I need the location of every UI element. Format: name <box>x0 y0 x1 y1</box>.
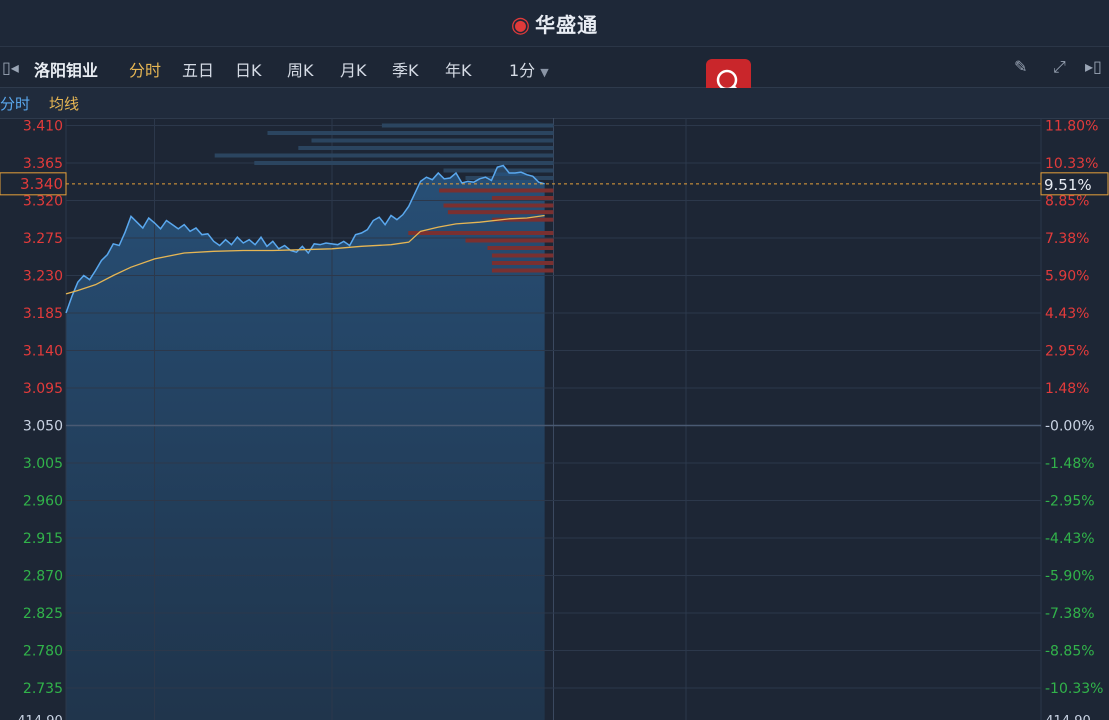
order-book-ask-bar <box>439 188 554 193</box>
collapse-left-icon[interactable]: ▯◂ <box>2 58 19 77</box>
tab-five-day[interactable]: 五日 <box>182 57 214 81</box>
brand: ◉ 华盛通 <box>0 9 1109 38</box>
order-book-ask-bar <box>465 238 554 243</box>
order-book-ask-bar <box>491 268 554 273</box>
y-tick-right: -0.00% <box>1045 419 1095 435</box>
y-tick-right: 4.43% <box>1045 306 1089 322</box>
y-tick-right: 5.90% <box>1045 269 1089 285</box>
y-tick-left: 3.320 <box>23 194 63 210</box>
order-book-ask-bar <box>491 253 554 258</box>
order-book-ask-bar <box>443 203 554 208</box>
y-tick-left: 3.140 <box>23 344 63 360</box>
y-tick-right: -8.85% <box>1045 644 1095 660</box>
y-tick-left: 3.185 <box>23 306 63 322</box>
series-legend: 分时 均线 <box>0 88 1109 119</box>
app-title: 华盛通 <box>535 13 599 37</box>
y-tick-left: 2.915 <box>23 531 63 547</box>
interval-select[interactable]: 1分 ▼ <box>509 57 549 81</box>
y-tick-right: -5.90% <box>1045 569 1095 585</box>
interval-label: 1分 <box>509 61 536 80</box>
tab-weekly-k[interactable]: 周K <box>287 57 314 81</box>
order-book-ask-bar <box>447 210 554 215</box>
tab-quarterly-k[interactable]: 季K <box>392 57 419 81</box>
y-tick-left: 2.735 <box>23 681 63 697</box>
order-book-bid-bar <box>311 138 554 143</box>
legend-price: 分时 <box>0 95 31 113</box>
order-book-bid-bar <box>381 123 554 128</box>
y-tick-left: 3.050 <box>23 419 63 435</box>
order-book-bid-bar <box>214 153 554 158</box>
legend-average: 均线 <box>49 95 80 113</box>
y-tick-right: 10.33% <box>1045 156 1098 172</box>
order-book-bid-bar <box>443 168 554 173</box>
stock-name[interactable]: 洛阳钼业 <box>34 57 98 81</box>
y-tick-right: 8.85% <box>1045 194 1089 210</box>
tab-monthly-k[interactable]: 月K <box>340 57 367 81</box>
current-price-label: 3.340 <box>20 175 63 193</box>
order-book-ask-bar <box>408 231 554 235</box>
y-tick-left: 3.275 <box>23 231 63 247</box>
y-tick-left: 3.230 <box>23 269 63 285</box>
y-tick-left: 3.095 <box>23 381 63 397</box>
chevron-down-icon: ▼ <box>540 66 549 79</box>
app-header: ◉ 华盛通 <box>0 0 1109 47</box>
tab-intraday[interactable]: 分时 <box>129 57 161 81</box>
y-tick-right: -7.38% <box>1045 606 1095 622</box>
collapse-right-icon[interactable]: ▸▯ <box>1085 57 1102 76</box>
order-book-ask-bar <box>487 246 554 250</box>
y-tick-right: -10.33% <box>1045 681 1103 697</box>
tab-yearly-k[interactable]: 年K <box>445 57 472 81</box>
y-tick-right: -4.43% <box>1045 531 1095 547</box>
volume-scale-right: 414.90 <box>1045 714 1091 720</box>
y-tick-right: -2.95% <box>1045 494 1095 510</box>
y-tick-left: 3.410 <box>23 119 63 135</box>
pencil-icon[interactable]: ✎ <box>1014 57 1027 76</box>
y-tick-left: 2.960 <box>23 494 63 510</box>
tab-daily-k[interactable]: 日K <box>235 57 262 81</box>
order-book-bid-bar <box>254 161 554 165</box>
fullscreen-icon[interactable]: ⤢ <box>1053 57 1066 77</box>
y-tick-left: 2.825 <box>23 606 63 622</box>
order-book-ask-bar <box>491 261 554 265</box>
order-book-bid-bar <box>298 146 554 150</box>
y-tick-left: 3.005 <box>23 456 63 472</box>
y-tick-right: 11.80% <box>1045 119 1098 135</box>
y-tick-right: 2.95% <box>1045 344 1089 360</box>
y-tick-left: 2.780 <box>23 644 63 660</box>
weibo-eye-icon: ◉ <box>510 13 532 38</box>
volume-scale-left: 414.90 <box>17 714 63 720</box>
intraday-chart[interactable]: 3.410 11.80% 3.365 10.33% 3.320 8.85% 3.275 7.3… <box>0 118 1109 720</box>
y-tick-right: 7.38% <box>1045 231 1089 247</box>
y-tick-left: 2.870 <box>23 569 63 585</box>
current-pct-label: 9.51% <box>1044 176 1092 194</box>
y-tick-right: 1.48% <box>1045 381 1089 397</box>
y-tick-left: 3.365 <box>23 156 63 172</box>
chart-toolbar: ▯◂ 洛阳钼业 分时 五日 日K 周K 月K 季K 年K 1分 ▼ ✎ ⤢ ▸▯ <box>0 47 1109 88</box>
y-tick-right: -1.48% <box>1045 456 1095 472</box>
order-book-ask-bar <box>491 196 554 200</box>
order-book-bid-bar <box>267 131 554 135</box>
